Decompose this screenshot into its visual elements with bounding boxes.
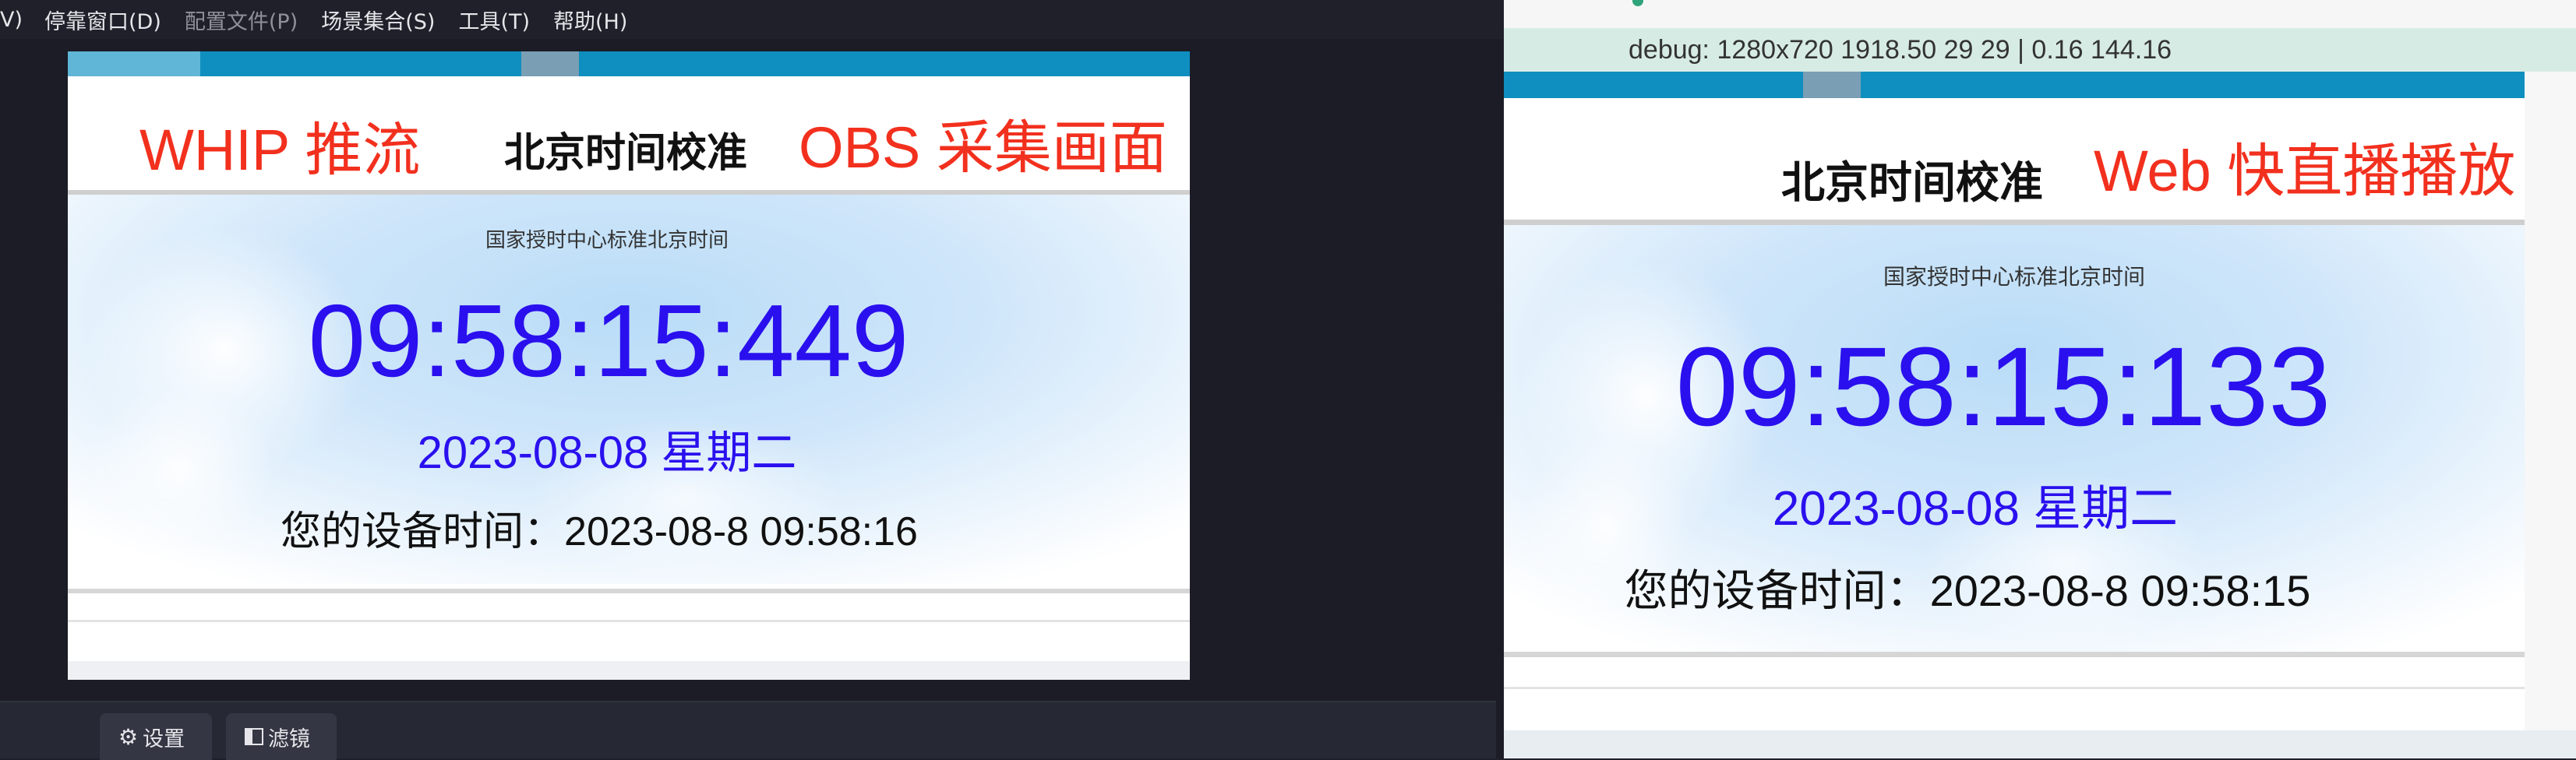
device-time: 您的设备时间：2023-08-8 09:58:15 xyxy=(1624,566,2311,615)
page-top-strip xyxy=(68,51,1190,76)
date-display: 2023-08-08 星期二 xyxy=(1772,482,2179,536)
obs-window: V) 停靠窗口(D) 配置文件(P) 场景集合(S) 工具(T) 帮助(H) W… xyxy=(0,0,1504,760)
device-time: 您的设备时间：2023-08-8 09:58:16 xyxy=(281,509,918,554)
strip-tab-active xyxy=(68,51,200,76)
gear-icon: ⚙ xyxy=(118,723,139,750)
clock-display: 09:58:15:133 xyxy=(1675,324,2331,449)
annotation-whip-push: WHIP 推流 xyxy=(139,118,421,182)
footer-area xyxy=(68,661,1190,680)
menu-item-tools[interactable]: 工具(T) xyxy=(458,5,530,35)
obs-dock-bar: ⚙ 设置 滤镜 xyxy=(0,701,1496,760)
menu-item-profile[interactable]: 配置文件(P) xyxy=(185,5,298,35)
menu-item-scene-collection[interactable]: 场景集合(S) xyxy=(321,5,435,35)
settings-label: 设置 xyxy=(143,727,185,751)
menu-item-docks[interactable]: 停靠窗口(D) xyxy=(44,5,161,35)
menu-item-view-partial[interactable]: V) xyxy=(0,8,23,32)
obs-preview-canvas[interactable]: WHIP 推流 北京时间校准 OBS 采集画面 国家授时中心标准北京时间 09:… xyxy=(68,51,1190,680)
header-divider xyxy=(1504,220,2525,225)
status-dot-icon xyxy=(1632,0,1643,6)
menu-item-help[interactable]: 帮助(H) xyxy=(553,5,627,35)
filter-icon xyxy=(245,728,263,745)
annotation-obs-capture: OBS 采集画面 xyxy=(799,115,1167,180)
browser-topbar xyxy=(1504,0,2576,28)
filters-button[interactable]: 滤镜 xyxy=(226,713,337,760)
page-top-strip xyxy=(1504,72,2525,98)
clock-subtitle: 国家授时中心标准北京时间 xyxy=(485,229,729,252)
annotation-web-playback: Web 快直播播放 xyxy=(2094,139,2516,203)
web-player-window: debug: 1280x720 1918.50 29 29 | 0.16 144… xyxy=(1504,0,2576,758)
debug-overlay: debug: 1280x720 1918.50 29 29 | 0.16 144… xyxy=(1504,28,2576,72)
date-display: 2023-08-08 星期二 xyxy=(417,428,797,478)
footer-divider xyxy=(68,620,1190,622)
footer-divider xyxy=(1504,687,2525,689)
page-title: 北京时间校准 xyxy=(504,130,748,177)
obs-menubar: V) 停靠窗口(D) 配置文件(P) 场景集合(S) 工具(T) 帮助(H) xyxy=(0,0,1504,39)
filters-label: 滤镜 xyxy=(268,727,310,751)
page-right-gutter xyxy=(2525,72,2576,758)
clock-subtitle: 国家授时中心标准北京时间 xyxy=(1883,264,2145,290)
page-title: 北京时间校准 xyxy=(1781,158,2043,209)
web-video-frame[interactable]: 北京时间校准 Web 快直播播放 国家授时中心标准北京时间 09:58:15:1… xyxy=(1504,72,2525,757)
content-divider xyxy=(1504,652,2525,657)
strip-tab-marker xyxy=(1803,72,1861,98)
page-bottom-band xyxy=(1504,730,2576,758)
debug-text: debug: 1280x720 1918.50 29 29 | 0.16 144… xyxy=(1629,34,2172,65)
clock-display: 09:58:15:449 xyxy=(308,283,909,398)
strip-tab-marker xyxy=(521,51,579,76)
content-divider xyxy=(68,589,1190,593)
settings-button[interactable]: ⚙ 设置 xyxy=(100,713,212,760)
